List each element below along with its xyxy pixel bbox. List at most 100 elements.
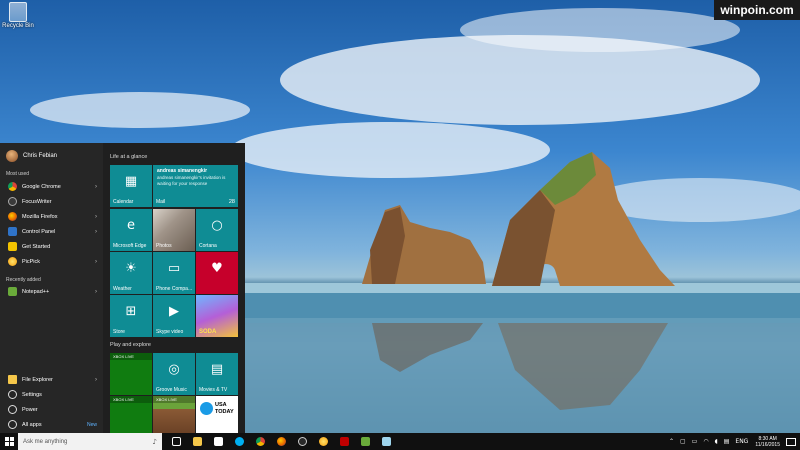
recycle-bin-desktop-icon[interactable]: Recycle Bin (2, 2, 34, 30)
start-menu-left-pane: Chris Febian Most used Google Chrome › F… (0, 143, 103, 433)
taskbar-picpick[interactable] (313, 433, 334, 450)
user-account[interactable]: Chris Febian (6, 149, 57, 163)
group-life-at-a-glance[interactable]: Life at a glance (110, 154, 147, 160)
app-get-started[interactable]: Get Started (0, 239, 103, 254)
tile-store[interactable]: ⊞ Store (110, 295, 152, 337)
taskbar: Ask me anything ♪ ⌃ ▢ ▭ ◠ ◖ ▤ ENG 8:30 A… (0, 433, 800, 450)
settings-item[interactable]: Settings (0, 387, 103, 402)
tile-weather[interactable]: ☀ Weather (110, 252, 152, 294)
app-mozilla-firefox[interactable]: Mozilla Firefox › (0, 209, 103, 224)
all-apps-item[interactable]: All apps New (0, 417, 103, 432)
tile-label: Microsoft Edge (113, 243, 147, 249)
taskbar-app[interactable] (376, 433, 397, 450)
volume-icon[interactable]: ◖ (715, 438, 718, 445)
app-google-chrome[interactable]: Google Chrome › (0, 179, 103, 194)
chevron-right-icon[interactable]: › (95, 214, 97, 220)
start-menu: Chris Febian Most used Google Chrome › F… (0, 143, 245, 433)
taskbar-filezilla[interactable] (334, 433, 355, 450)
all-apps-label: All apps (22, 421, 42, 428)
tile-label: Movies & TV (199, 387, 228, 393)
tile-mail[interactable]: andreas simanengkir andreas simanengkir'… (153, 165, 238, 207)
picpick-icon (319, 437, 328, 446)
tile-microsoft-edge[interactable]: e Microsoft Edge (110, 209, 152, 251)
tile-photos[interactable]: Photos (153, 209, 195, 251)
tile-minecraft[interactable]: XBOX LIVE (153, 396, 195, 433)
get-started-icon (8, 242, 17, 251)
task-view-icon (172, 437, 181, 446)
candy-logo-text: SODA (199, 329, 217, 335)
tile-label: Groove Music (156, 387, 187, 393)
mail-preview: andreas simanengkir's invitation is wait… (157, 175, 226, 186)
xbox-live-band: XBOX LIVE (110, 353, 152, 360)
tile-iheartradio[interactable]: ♥ (196, 252, 238, 294)
tile-skype-video[interactable]: ▶ Skype video (153, 295, 195, 337)
firefox-icon (277, 437, 286, 446)
app-label: Mozilla Firefox (22, 213, 58, 220)
folder-icon (193, 437, 202, 446)
heart-icon: ♥ (211, 261, 223, 276)
file-explorer-item[interactable]: File Explorer › (0, 372, 103, 387)
group-play-and-explore[interactable]: Play and explore (110, 342, 151, 348)
chevron-right-icon[interactable]: › (95, 229, 97, 235)
clock[interactable]: 8:30 AM 11/16/2015 (755, 436, 780, 448)
tile-solitaire[interactable]: XBOX LIVE (110, 396, 152, 433)
start-button[interactable] (0, 433, 18, 450)
mail-sender: andreas simanengkir (157, 168, 208, 174)
tile-xbox-game[interactable]: XBOX LIVE (110, 353, 152, 395)
tile-usa-today[interactable]: USA TODAY (196, 396, 238, 433)
chat-icon[interactable]: ▢ (680, 438, 686, 445)
microphone-icon[interactable]: ♪ (153, 438, 157, 446)
chevron-right-icon[interactable]: › (95, 184, 97, 190)
tile-groove-music[interactable]: ◎ Groove Music (153, 353, 195, 395)
taskbar-notepadpp[interactable] (355, 433, 376, 450)
taskbar-file-explorer[interactable] (187, 433, 208, 450)
recently-added-label: Recently added (6, 277, 41, 283)
notepadpp-icon (8, 287, 17, 296)
clock-time: 8:30 AM (758, 435, 777, 442)
desktop-icon-label: Recycle Bin (2, 23, 34, 29)
chevron-up-icon[interactable]: ⌃ (669, 438, 674, 445)
power-label: Power (22, 406, 38, 413)
tile-label: Weather (113, 286, 132, 292)
action-center-icon[interactable] (786, 437, 796, 446)
store-bag-icon: ⊞ (125, 304, 137, 319)
recycle-bin-icon (9, 2, 27, 22)
tile-label: Mail (156, 199, 166, 205)
firefox-icon (8, 212, 17, 221)
power-icon (8, 405, 17, 414)
app-picpick[interactable]: PicPick › (0, 254, 103, 269)
store-bag-icon (214, 437, 223, 446)
tile-movies-tv[interactable]: ▤ Movies & TV (196, 353, 238, 395)
app-notepadpp[interactable]: Notepad++ › (0, 284, 103, 299)
cortana-search-box[interactable]: Ask me anything ♪ (18, 433, 162, 450)
app-label: PicPick (22, 258, 41, 265)
clock-date: 11/16/2015 (755, 441, 780, 448)
task-view-button[interactable] (166, 433, 187, 450)
network-icon[interactable]: ◠ (703, 438, 708, 445)
app-control-panel[interactable]: Control Panel › (0, 224, 103, 239)
windows-logo-icon (4, 437, 14, 446)
taskbar-skype[interactable] (229, 433, 250, 450)
taskbar-focuswriter[interactable] (292, 433, 313, 450)
tile-candy-crush-soda[interactable]: SODA (196, 295, 238, 337)
taskbar-firefox[interactable] (271, 433, 292, 450)
battery-icon[interactable]: ▭ (692, 438, 698, 445)
power-item[interactable]: Power (0, 402, 103, 417)
control-panel-icon (8, 227, 17, 236)
tile-calendar[interactable]: ▦ Calendar (110, 165, 152, 207)
chevron-right-icon[interactable]: › (95, 377, 97, 383)
user-name: Chris Febian (23, 153, 58, 159)
tile-label: Cortana (199, 243, 217, 249)
keyboard-icon[interactable]: ▤ (724, 438, 730, 445)
tile-phone-companion[interactable]: ▭ Phone Compa... (153, 252, 195, 294)
chevron-right-icon[interactable]: › (95, 259, 97, 265)
tile-label: Skype video (156, 329, 184, 335)
chevron-right-icon[interactable]: › (95, 289, 97, 295)
file-explorer-label: File Explorer (22, 376, 53, 383)
language-indicator[interactable]: ENG (735, 438, 748, 445)
tile-cortana[interactable]: ○ Cortana (196, 209, 238, 251)
taskbar-store[interactable] (208, 433, 229, 450)
all-apps-icon (8, 420, 17, 429)
app-focuswriter[interactable]: FocusWriter (0, 194, 103, 209)
taskbar-chrome[interactable] (250, 433, 271, 450)
